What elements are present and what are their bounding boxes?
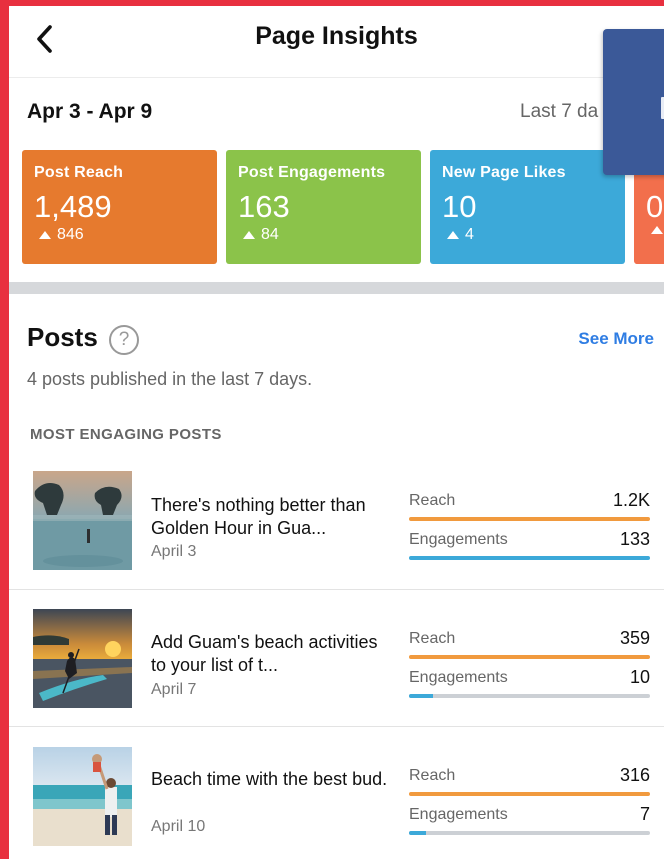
posts-heading: Posts (27, 322, 98, 352)
card-value: 1,489 (34, 189, 112, 224)
engagements-bar-fill (409, 831, 426, 835)
engagements-bar (409, 831, 650, 835)
reach-value: 359 (619, 628, 650, 648)
most-engaging-label: MOST ENGAGING POSTS (30, 426, 222, 443)
up-triangle-icon (243, 231, 255, 239)
reach-bar-fill (409, 517, 650, 521)
reach-bar (409, 517, 650, 521)
sunset-paddle-image (33, 609, 132, 708)
card-value: 163 (238, 189, 290, 224)
card-delta-value: 4 (465, 226, 474, 243)
stat-cards: Post Reach 1,489 846 Post Engagements 16… (22, 150, 664, 265)
card-delta: 846 (34, 226, 205, 244)
engagements-label: Engagements (409, 669, 508, 686)
engagements-bar (409, 694, 650, 698)
card-delta (646, 226, 664, 234)
new-page-likes-card[interactable]: New Page Likes 10 4 (430, 150, 625, 264)
post-row[interactable]: Add Guam's beach activities to your list… (9, 589, 664, 726)
overlay-panel[interactable] (603, 29, 664, 175)
engagements-value: 133 (619, 529, 650, 549)
engagements-label: Engagements (409, 531, 508, 548)
period-selector[interactable]: Last 7 da (520, 101, 598, 123)
card-delta-value: 846 (57, 226, 84, 243)
post-title: Add Guam's beach activities to your list… (151, 632, 378, 675)
card-label: Post Engagements (238, 164, 386, 181)
insights-screen: Page Insights Apr 3 - Apr 9 Last 7 da Po… (9, 6, 664, 859)
beach-rocks-image (33, 471, 132, 570)
see-more-link[interactable]: See More (578, 329, 654, 349)
posts-summary: 4 posts published in the last 7 days. (27, 369, 313, 389)
post-title: There's nothing better than Golden Hour … (151, 495, 366, 538)
post-date: April 3 (151, 543, 197, 560)
engagements-bar-fill (409, 694, 434, 698)
post-row[interactable]: There's nothing better than Golden Hour … (9, 457, 664, 594)
beach-child-image (33, 747, 132, 846)
card-value: 0 (646, 189, 664, 224)
header: Page Insights (9, 6, 664, 78)
reach-label: Reach (409, 630, 456, 647)
reach-value: 316 (619, 765, 650, 785)
reach-label: Reach (409, 767, 456, 784)
post-thumbnail (33, 747, 132, 846)
engagements-label: Engagements (409, 806, 508, 823)
post-reach-card[interactable]: Post Reach 1,489 846 (22, 150, 217, 264)
reach-bar-fill (409, 655, 650, 659)
engagements-bar-fill (409, 556, 650, 560)
card-label: Post Reach (34, 164, 124, 181)
post-title: Beach time with the best bud. (151, 769, 388, 789)
date-range: Apr 3 - Apr 9 (27, 100, 153, 123)
engagements-bar (409, 556, 650, 560)
engagements-value: 10 (629, 667, 650, 687)
up-triangle-icon (39, 231, 51, 239)
page-title: Page Insights (255, 22, 418, 50)
post-row[interactable]: Beach time with the best bud. April 10 R… (9, 726, 664, 859)
up-triangle-icon (447, 231, 459, 239)
card-delta-value: 84 (261, 226, 279, 243)
up-triangle-icon (651, 226, 663, 234)
card-value: 10 (442, 189, 477, 224)
post-engagements-card[interactable]: Post Engagements 163 84 (226, 150, 421, 264)
reach-bar (409, 655, 650, 659)
card-delta: 84 (238, 226, 409, 244)
reach-label: Reach (409, 492, 456, 509)
card-label: New Page Likes (442, 164, 566, 181)
post-date: April 7 (151, 681, 197, 698)
reach-bar (409, 792, 650, 796)
post-thumbnail (33, 609, 132, 708)
section-divider (9, 282, 664, 294)
post-date: April 10 (151, 818, 206, 835)
reach-value: 1.2K (612, 490, 650, 510)
post-thumbnail (33, 471, 132, 570)
card-delta: 4 (442, 226, 613, 244)
engagements-value: 7 (639, 804, 650, 824)
help-icon[interactable]: ? (109, 325, 139, 355)
reach-bar-fill (409, 792, 650, 796)
